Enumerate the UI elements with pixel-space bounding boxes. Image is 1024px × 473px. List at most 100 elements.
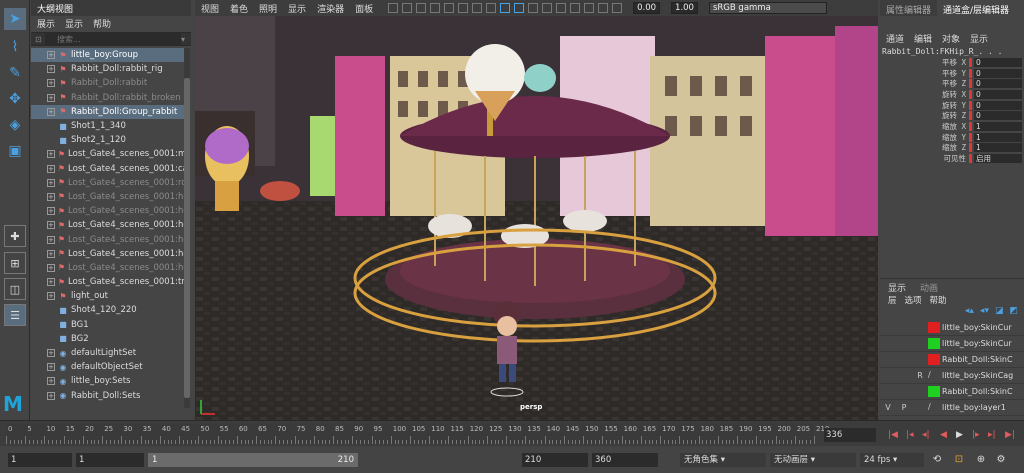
expand-toggle-icon[interactable]: + xyxy=(47,164,55,173)
layer-color-swatch[interactable] xyxy=(928,322,940,333)
expand-toggle-icon[interactable]: + xyxy=(47,221,55,230)
menu-item-show[interactable]: 展示 xyxy=(37,17,55,30)
expand-toggle-icon[interactable]: + xyxy=(47,192,55,201)
outliner-item[interactable]: ■ BG1 xyxy=(31,318,184,332)
outliner-item[interactable]: + ⚑ Lost_Gate4_scenes_0001:ho xyxy=(31,204,184,218)
menu-item-channels[interactable]: 通道 xyxy=(886,32,904,45)
two-layout-icon[interactable]: ◫ xyxy=(4,278,26,300)
playback-end-field[interactable]: 210 xyxy=(522,453,588,467)
step-forward-frame-icon[interactable]: |▸ xyxy=(972,428,980,442)
outliner-item[interactable]: ■ Shot4_120_220 xyxy=(31,303,184,317)
menu-item-shading[interactable]: 着色 xyxy=(230,2,248,15)
outliner-item[interactable]: + ⚑ little_boy:Group xyxy=(31,48,184,63)
xray-icon[interactable] xyxy=(612,3,623,13)
textured-icon[interactable] xyxy=(528,3,539,13)
channel-row[interactable]: 平移 X 0 xyxy=(880,57,1024,68)
animation-start-field[interactable]: 1 xyxy=(8,453,72,467)
menu-item-help[interactable]: 帮助 xyxy=(93,17,111,30)
lasso-tool-icon[interactable]: ⌇ xyxy=(4,36,26,58)
auto-key-icon[interactable]: ⊡ xyxy=(952,453,966,467)
scale-tool-icon[interactable]: ▣ xyxy=(4,140,26,162)
step-forward-key-icon[interactable]: ▸| xyxy=(988,428,996,442)
move-tool-icon[interactable]: ✥ xyxy=(4,88,26,110)
expand-toggle-icon[interactable]: + xyxy=(47,79,55,88)
outliner-item[interactable]: ■ BG2 xyxy=(31,332,184,346)
expand-toggle-icon[interactable]: + xyxy=(47,249,55,258)
channel-row[interactable]: 缩放 Y 1 xyxy=(880,132,1024,143)
fps-dropdown[interactable]: 24 fps ▾ xyxy=(860,453,924,467)
outliner-item[interactable]: + ◉ defaultObjectSet xyxy=(31,360,184,374)
layer-visibility-toggle[interactable]: V xyxy=(880,403,896,412)
play-backward-icon[interactable]: ◀ xyxy=(940,428,947,442)
channel-value[interactable]: 0 xyxy=(974,89,1022,99)
move-layer-down-icon[interactable]: ◂▾ xyxy=(980,306,989,320)
expand-toggle-icon[interactable]: + xyxy=(47,65,55,74)
color-space-dropdown[interactable]: sRGB gamma xyxy=(708,2,827,14)
tab-anim-layers[interactable]: 动画 xyxy=(920,281,938,294)
expand-toggle-icon[interactable]: + xyxy=(47,178,55,187)
resolution-gate-icon[interactable] xyxy=(472,3,483,13)
gamma-field[interactable]: 1.00 xyxy=(671,2,698,14)
menu-item-renderer[interactable]: 渲染器 xyxy=(317,2,344,15)
smooth-shade-icon[interactable] xyxy=(514,3,525,13)
menu-item-layers[interactable]: 层 xyxy=(888,294,897,306)
channel-value[interactable]: 1 xyxy=(974,132,1022,142)
go-to-start-icon[interactable]: |◀ xyxy=(888,428,898,442)
channel-row[interactable]: 平移 Y 0 xyxy=(880,68,1024,79)
outliner-item[interactable]: + ⚑ Lost_Gate4_scenes_0001:tra xyxy=(31,275,184,289)
outliner-item[interactable]: + ◉ Rabbit_Doll:Sets xyxy=(31,389,184,403)
channel-row[interactable]: 旋转 Y 0 xyxy=(880,100,1024,111)
outliner-item[interactable]: + ⚑ light_out xyxy=(31,289,184,303)
expand-toggle-icon[interactable]: + xyxy=(47,263,55,272)
animation-end-field[interactable]: 360 xyxy=(592,453,658,467)
menu-item-edit[interactable]: 编辑 xyxy=(914,32,932,45)
single-layout-icon[interactable]: ✚ xyxy=(4,225,26,247)
exposure-field[interactable]: 0.00 xyxy=(633,2,661,14)
menu-item-object[interactable]: 对象 xyxy=(942,32,960,45)
audio-icon[interactable]: ⊕ xyxy=(974,453,988,467)
expand-toggle-icon[interactable]: + xyxy=(47,391,55,400)
safe-action-icon[interactable] xyxy=(486,3,497,13)
outliner-item[interactable]: + ⚑ Rabbit_Doll:rabbit_rig xyxy=(31,62,184,76)
layer-color-swatch[interactable] xyxy=(928,354,940,365)
menu-item-view[interactable]: 视图 xyxy=(201,2,219,15)
outliner-item[interactable]: + ⚑ Rabbit_Doll:rabbit_broken xyxy=(31,91,184,105)
outliner-item[interactable]: + ⚑ Lost_Gate4_scenes_0001:ho xyxy=(31,261,184,275)
wireframe-icon[interactable] xyxy=(500,3,511,13)
ambient-occlusion-icon[interactable] xyxy=(570,3,581,13)
outliner-item[interactable]: + ⚑ Lost_Gate4_scenes_0001:ro xyxy=(31,176,184,190)
expand-toggle-icon[interactable]: + xyxy=(47,150,55,159)
channel-value[interactable]: 0 xyxy=(974,79,1022,89)
lights-icon[interactable] xyxy=(542,3,553,13)
play-forward-icon[interactable]: ▶ xyxy=(956,428,963,442)
outliner-item[interactable]: + ⚑ Lost_Gate4_scenes_0001:ho xyxy=(31,190,184,204)
bookmark-icon[interactable] xyxy=(416,3,427,13)
filter-icon[interactable]: ⊡ xyxy=(35,35,45,44)
tab-display-layers[interactable]: 显示 xyxy=(888,281,906,294)
expand-toggle-icon[interactable]: + xyxy=(47,349,55,358)
step-back-key-icon[interactable]: |◂ xyxy=(906,428,914,442)
layer-row[interactable]: V P ∕ little_boy:layer1 xyxy=(880,400,1024,416)
camera-icon[interactable] xyxy=(388,3,399,13)
channel-row[interactable]: 平移 Z 0 xyxy=(880,78,1024,89)
anim-layer-dropdown[interactable]: 无动画层 ▾ xyxy=(770,453,856,467)
channel-value[interactable]: 1 xyxy=(974,121,1022,131)
channel-value[interactable]: 0 xyxy=(974,57,1022,67)
layer-row[interactable]: Rabbit_Doll:SkinC xyxy=(880,384,1024,400)
channel-value[interactable]: 1 xyxy=(974,143,1022,153)
channel-row[interactable]: 旋转 Z 0 xyxy=(880,110,1024,121)
rotate-tool-icon[interactable]: ◈ xyxy=(4,114,26,136)
expand-toggle-icon[interactable]: + xyxy=(47,51,55,60)
layer-reference-toggle[interactable]: R xyxy=(912,371,928,380)
channel-row[interactable]: 缩放 Z 1 xyxy=(880,143,1024,154)
channel-row[interactable]: 旋转 X 0 xyxy=(880,89,1024,100)
expand-toggle-icon[interactable]: + xyxy=(47,292,55,301)
preferences-icon[interactable]: ⚙ xyxy=(994,453,1008,467)
menu-item-help[interactable]: 帮助 xyxy=(930,294,947,306)
outliner-item[interactable]: + ⚑ Rabbit_Doll:rabbit xyxy=(31,76,184,90)
isolate-select-icon[interactable] xyxy=(598,3,609,13)
expand-toggle-icon[interactable]: + xyxy=(47,278,55,287)
layer-row[interactable]: little_boy:SkinCur xyxy=(880,320,1024,336)
menu-item-show[interactable]: 显示 xyxy=(970,32,988,45)
grid-icon[interactable] xyxy=(444,3,455,13)
